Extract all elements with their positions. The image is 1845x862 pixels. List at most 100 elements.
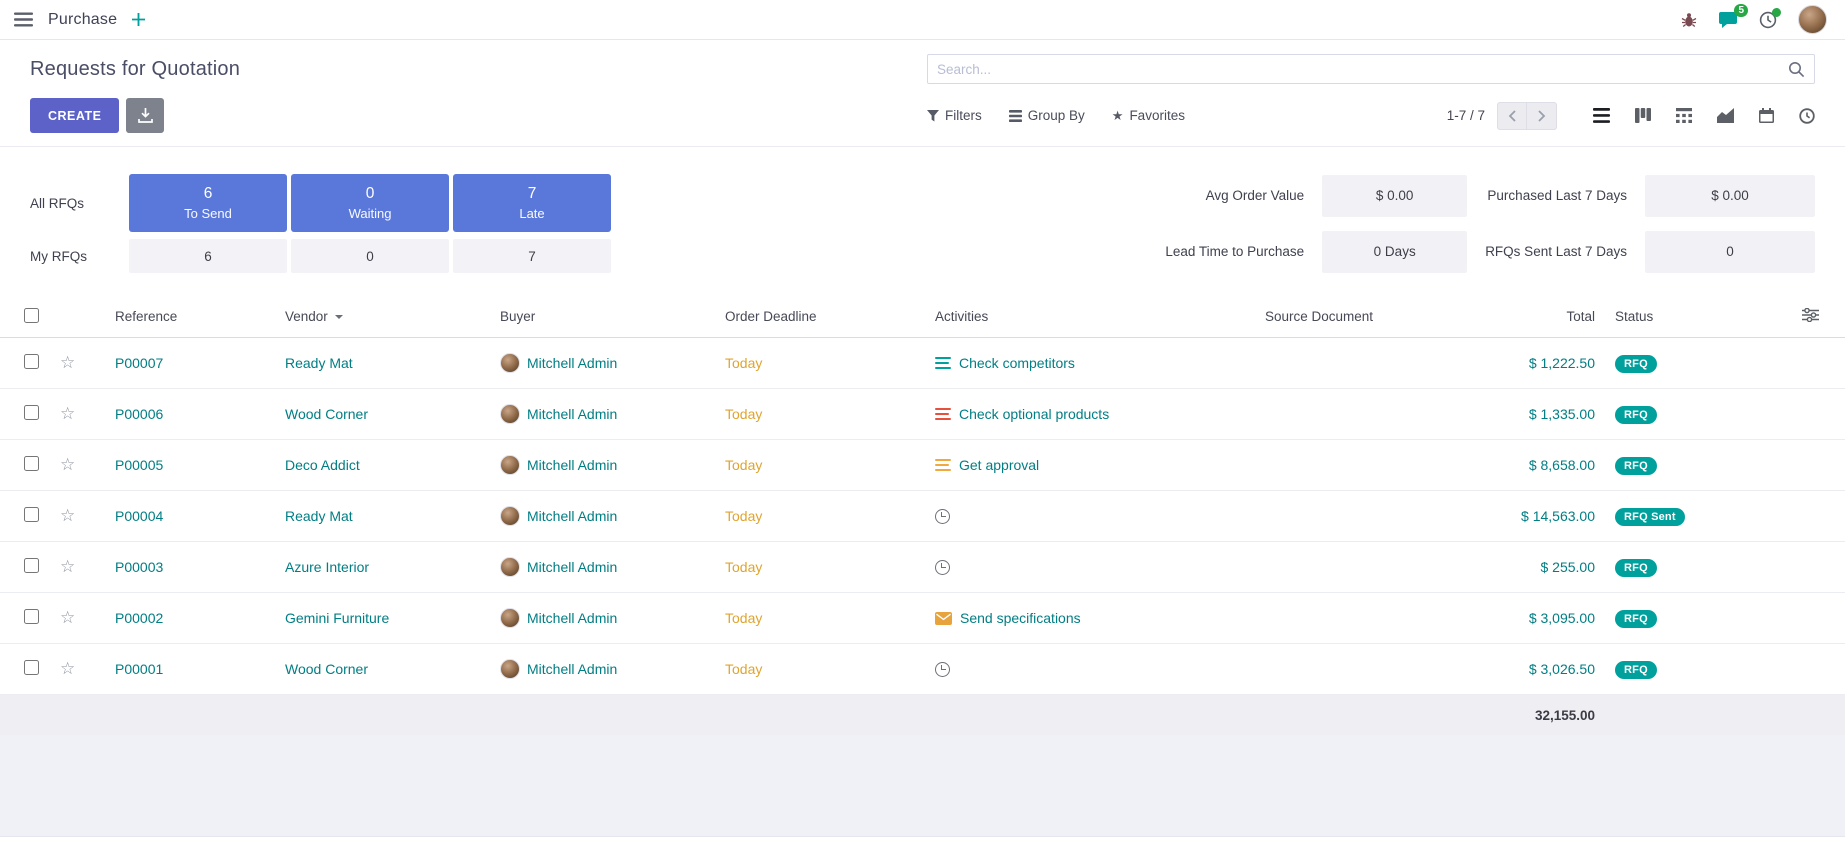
row-checkbox[interactable] — [24, 558, 39, 573]
filters-button[interactable]: Filters — [927, 108, 982, 123]
my-to-send-count[interactable]: 6 — [129, 239, 287, 273]
vendor-link[interactable]: Azure Interior — [285, 559, 369, 575]
reference-link[interactable]: P00003 — [115, 559, 163, 575]
activity-list-icon[interactable] — [935, 357, 951, 370]
plus-icon[interactable] — [132, 13, 145, 26]
activity-list-icon[interactable] — [935, 408, 951, 421]
row-checkbox[interactable] — [24, 609, 39, 624]
activity-list-icon[interactable] — [935, 459, 951, 472]
vendor-link[interactable]: Gemini Furniture — [285, 610, 389, 626]
activity-label[interactable]: Send specifications — [960, 610, 1081, 626]
row-checkbox[interactable] — [24, 354, 39, 369]
reference-link[interactable]: P00004 — [115, 508, 163, 524]
create-button[interactable]: CREATE — [30, 98, 119, 133]
reference-link[interactable]: P00005 — [115, 457, 163, 473]
buyer-link[interactable]: Mitchell Admin — [527, 508, 617, 524]
favorites-button[interactable]: ★ Favorites — [1112, 108, 1185, 124]
column-header-buyer[interactable]: Buyer — [490, 309, 715, 324]
favorite-star-icon[interactable]: ☆ — [60, 659, 75, 678]
download-icon — [138, 108, 153, 123]
group-by-button[interactable]: Group By — [1009, 108, 1085, 123]
all-rfqs-label: All RFQs — [30, 196, 125, 211]
favorite-star-icon[interactable]: ☆ — [60, 608, 75, 627]
bug-icon[interactable] — [1681, 12, 1697, 28]
table-row[interactable]: ☆ P00001 Wood Corner Mitchell Admin Toda… — [0, 644, 1845, 695]
buyer-link[interactable]: Mitchell Admin — [527, 355, 617, 371]
optional-columns-icon[interactable] — [1802, 308, 1819, 322]
tile-waiting[interactable]: 0 Waiting — [291, 174, 449, 232]
buyer-link[interactable]: Mitchell Admin — [527, 559, 617, 575]
activity-label[interactable]: Get approval — [959, 457, 1039, 473]
my-late-count[interactable]: 7 — [453, 239, 611, 273]
table-row[interactable]: ☆ P00006 Wood Corner Mitchell Admin Toda… — [0, 389, 1845, 440]
view-graph-button[interactable] — [1717, 108, 1734, 123]
activity-label[interactable]: Check competitors — [959, 355, 1075, 371]
vendor-link[interactable]: Deco Addict — [285, 457, 360, 473]
view-kanban-button[interactable] — [1635, 108, 1651, 123]
buyer-link[interactable]: Mitchell Admin — [527, 661, 617, 677]
row-checkbox[interactable] — [24, 507, 39, 522]
tile-to-send[interactable]: 6 To Send — [129, 174, 287, 232]
favorite-star-icon[interactable]: ☆ — [60, 506, 75, 525]
column-header-total[interactable]: Total — [1485, 309, 1605, 324]
pager-next-button[interactable] — [1527, 102, 1557, 130]
activity-icon-host — [935, 612, 952, 625]
activity-mail-icon[interactable] — [935, 612, 952, 625]
view-calendar-button[interactable] — [1759, 108, 1774, 123]
apps-menu-icon[interactable] — [14, 12, 33, 27]
reference-link[interactable]: P00006 — [115, 406, 163, 422]
search-box[interactable] — [927, 54, 1815, 84]
search-icon[interactable] — [1788, 61, 1805, 78]
tile-late[interactable]: 7 Late — [453, 174, 611, 232]
row-checkbox[interactable] — [24, 405, 39, 420]
column-header-reference[interactable]: Reference — [105, 309, 275, 324]
table-row[interactable]: ☆ P00002 Gemini Furniture Mitchell Admin… — [0, 593, 1845, 644]
vendor-link[interactable]: Wood Corner — [285, 406, 368, 422]
reference-link[interactable]: P00007 — [115, 355, 163, 371]
favorite-star-icon[interactable]: ☆ — [60, 404, 75, 423]
view-activity-button[interactable] — [1799, 108, 1815, 124]
search-input[interactable] — [937, 62, 1788, 77]
column-header-activities[interactable]: Activities — [925, 309, 1255, 324]
view-list-button[interactable] — [1593, 108, 1610, 123]
activity-label[interactable]: Check optional products — [959, 406, 1109, 422]
favorite-star-icon[interactable]: ☆ — [60, 455, 75, 474]
activities-button[interactable] — [1759, 11, 1777, 29]
pager-previous-button[interactable] — [1497, 102, 1527, 130]
select-all-checkbox[interactable] — [24, 308, 39, 323]
favorite-star-icon[interactable]: ☆ — [60, 557, 75, 576]
total-amount: $ 1,222.50 — [1529, 355, 1595, 371]
vendor-link[interactable]: Wood Corner — [285, 661, 368, 677]
order-deadline: Today — [725, 559, 762, 575]
app-name-menu[interactable]: Purchase — [48, 11, 117, 29]
table-row[interactable]: ☆ P00003 Azure Interior Mitchell Admin T… — [0, 542, 1845, 593]
vendor-link[interactable]: Ready Mat — [285, 355, 353, 371]
column-header-source[interactable]: Source Document — [1255, 309, 1485, 324]
import-button[interactable] — [126, 98, 164, 133]
user-avatar[interactable] — [1798, 5, 1827, 34]
my-waiting-count[interactable]: 0 — [291, 239, 449, 273]
column-header-status[interactable]: Status — [1605, 309, 1735, 324]
column-header-vendor[interactable]: Vendor — [275, 309, 490, 324]
buyer-link[interactable]: Mitchell Admin — [527, 406, 617, 422]
view-pivot-button[interactable] — [1676, 108, 1692, 123]
buyer-link[interactable]: Mitchell Admin — [527, 610, 617, 626]
table-row[interactable]: ☆ P00004 Ready Mat Mitchell Admin Today … — [0, 491, 1845, 542]
reference-link[interactable]: P00002 — [115, 610, 163, 626]
messages-button[interactable]: 5 — [1718, 11, 1738, 29]
table-row[interactable]: ☆ P00007 Ready Mat Mitchell Admin Today … — [0, 338, 1845, 389]
horizontal-scrollbar-track[interactable] — [0, 836, 1845, 862]
vendor-link[interactable]: Ready Mat — [285, 508, 353, 524]
row-checkbox[interactable] — [24, 456, 39, 471]
row-checkbox[interactable] — [24, 660, 39, 675]
favorite-star-icon[interactable]: ☆ — [60, 353, 75, 372]
status-badge: RFQ Sent — [1615, 508, 1685, 526]
activity-clock-icon[interactable] — [935, 662, 950, 677]
reference-link[interactable]: P00001 — [115, 661, 163, 677]
table-row[interactable]: ☆ P00005 Deco Addict Mitchell Admin Toda… — [0, 440, 1845, 491]
buyer-link[interactable]: Mitchell Admin — [527, 457, 617, 473]
activity-clock-icon[interactable] — [935, 560, 950, 575]
pager-value[interactable]: 1-7 / 7 — [1447, 108, 1485, 123]
column-header-deadline[interactable]: Order Deadline — [715, 309, 925, 324]
activity-clock-icon[interactable] — [935, 509, 950, 524]
